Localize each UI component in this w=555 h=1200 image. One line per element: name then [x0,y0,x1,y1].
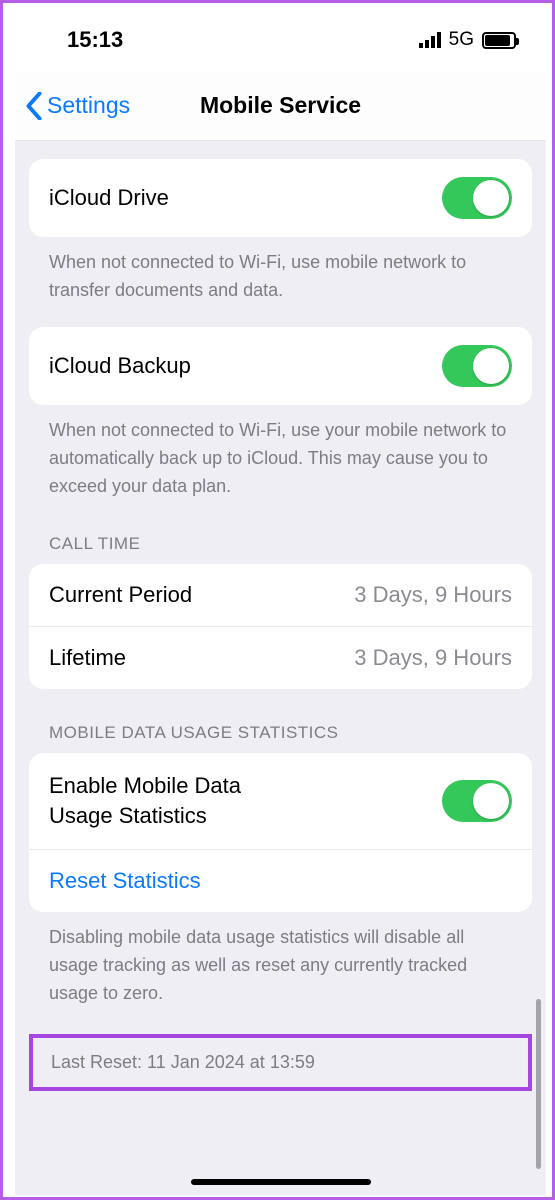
back-label: Settings [47,92,130,119]
last-reset-text: Last Reset: 11 Jan 2024 at 13:59 [51,1052,315,1072]
reset-statistics-row[interactable]: Reset Statistics [29,849,532,912]
lifetime-row: Lifetime 3 Days, 9 Hours [29,626,532,689]
current-period-row: Current Period 3 Days, 9 Hours [29,564,532,626]
icloud-drive-toggle[interactable] [442,177,512,219]
icloud-drive-footer: When not connected to Wi-Fi, use mobile … [29,237,532,305]
icloud-backup-footer: When not connected to Wi-Fi, use your mo… [29,405,532,501]
reset-statistics-label: Reset Statistics [49,868,201,894]
enable-usage-stats-label: Enable Mobile DataUsage Statistics [49,771,241,830]
icloud-drive-row[interactable]: iCloud Drive [29,159,532,237]
network-label: 5G [449,29,474,51]
icloud-backup-toggle[interactable] [442,345,512,387]
scrollbar[interactable] [536,999,541,1169]
enable-usage-stats-row[interactable]: Enable Mobile DataUsage Statistics [29,753,532,848]
icloud-drive-label: iCloud Drive [49,185,169,211]
call-time-header: Call Time [49,534,532,554]
current-period-label: Current Period [49,582,192,608]
current-period-value: 3 Days, 9 Hours [354,582,512,608]
lifetime-label: Lifetime [49,645,126,671]
status-bar: 15:13 5G [15,9,546,71]
usage-stats-header: Mobile Data Usage Statistics [49,723,532,743]
icloud-backup-row[interactable]: iCloud Backup [29,327,532,405]
chevron-left-icon [25,92,43,120]
cellular-signal-icon [419,32,441,48]
lifetime-value: 3 Days, 9 Hours [354,645,512,671]
status-time: 15:13 [67,27,123,53]
icloud-backup-label: iCloud Backup [49,353,191,379]
usage-stats-footer: Disabling mobile data usage statistics w… [29,912,532,1008]
last-reset-highlight: Last Reset: 11 Jan 2024 at 13:59 [29,1034,532,1091]
battery-icon [482,32,516,49]
home-indicator[interactable] [191,1179,371,1185]
back-button[interactable]: Settings [15,92,130,120]
nav-header: Settings Mobile Service [15,71,546,141]
enable-usage-stats-toggle[interactable] [442,780,512,822]
